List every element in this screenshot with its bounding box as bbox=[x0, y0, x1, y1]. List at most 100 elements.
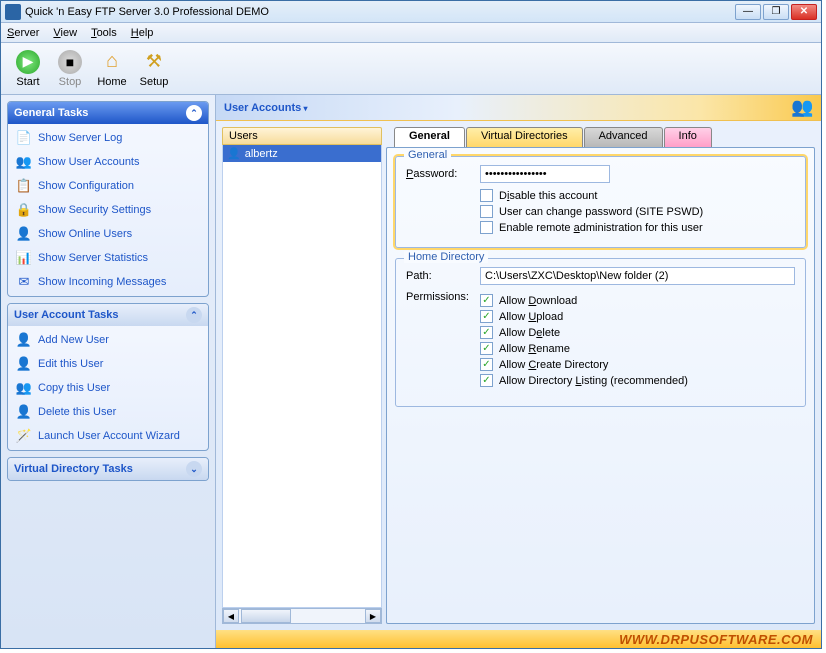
allow-create-dir-label: Allow Create Directory bbox=[499, 359, 608, 371]
task-show-security[interactable]: 🔒Show Security Settings bbox=[8, 198, 208, 222]
virtual-directory-tasks-panel: Virtual Directory Tasks⌄ bbox=[7, 457, 209, 481]
config-icon: 📋 bbox=[16, 178, 32, 194]
user-row-selected[interactable]: 👤albertz bbox=[223, 145, 381, 162]
play-icon: ▶ bbox=[16, 50, 40, 74]
task-show-online-users[interactable]: 👤Show Online Users bbox=[8, 222, 208, 246]
allow-upload-label: Allow Upload bbox=[499, 311, 563, 323]
footer-link[interactable]: WWW.DRPUSOFTWARE.COM bbox=[619, 632, 813, 647]
message-icon: ✉ bbox=[16, 274, 32, 290]
users-list[interactable]: 👤albertz bbox=[222, 145, 382, 608]
menu-tools[interactable]: Tools bbox=[91, 27, 117, 39]
user-change-password-checkbox[interactable] bbox=[480, 205, 493, 218]
menu-help[interactable]: Help bbox=[131, 27, 154, 39]
setup-button[interactable]: ⚒Setup bbox=[133, 45, 175, 93]
app-icon bbox=[5, 4, 21, 20]
user-account-tasks-panel: User Account Tasks⌃ 👤Add New User 👤Edit … bbox=[7, 303, 209, 451]
allow-upload-checkbox[interactable]: ✓ bbox=[480, 310, 493, 323]
delete-user-icon: 👤 bbox=[16, 404, 32, 420]
gear-icon: ⚒ bbox=[142, 50, 166, 74]
home-directory-fieldset: Home Directory Path: Permissions: ✓Allow… bbox=[395, 258, 806, 407]
tab-info[interactable]: Info bbox=[664, 127, 712, 147]
window-title: Quick 'n Easy FTP Server 3.0 Professiona… bbox=[25, 6, 735, 18]
path-label: Path: bbox=[406, 270, 470, 282]
maximize-button[interactable]: ❐ bbox=[763, 4, 789, 20]
allow-dir-listing-label: Allow Directory Listing (recommended) bbox=[499, 375, 688, 387]
user-icon: 👤 bbox=[227, 147, 241, 160]
virtual-directory-tasks-header[interactable]: Virtual Directory Tasks⌄ bbox=[8, 458, 208, 480]
users-list-header: Users bbox=[222, 127, 382, 145]
general-legend: General bbox=[404, 149, 451, 161]
password-label: Password: bbox=[406, 168, 470, 180]
task-show-server-log[interactable]: 📄Show Server Log bbox=[8, 126, 208, 150]
chart-icon: 📊 bbox=[16, 250, 32, 266]
content: General Tasks⌃ 📄Show Server Log 👥Show Us… bbox=[1, 95, 821, 648]
tab-general[interactable]: General bbox=[394, 127, 465, 147]
stop-icon: ■ bbox=[58, 50, 82, 74]
tabs: General Virtual Directories Advanced Inf… bbox=[386, 127, 815, 147]
online-icon: 👤 bbox=[16, 226, 32, 242]
horizontal-scrollbar[interactable]: ◀ ▶ bbox=[222, 608, 382, 624]
start-button[interactable]: ▶Start bbox=[7, 45, 49, 93]
scroll-left-button[interactable]: ◀ bbox=[223, 609, 239, 623]
task-show-statistics[interactable]: 📊Show Server Statistics bbox=[8, 246, 208, 270]
add-user-icon: 👤 bbox=[16, 332, 32, 348]
task-user-wizard[interactable]: 🪄Launch User Account Wizard bbox=[8, 424, 208, 448]
tab-content-general: General Password: Disable this account U… bbox=[386, 147, 815, 624]
tab-advanced[interactable]: Advanced bbox=[584, 127, 663, 147]
allow-rename-checkbox[interactable]: ✓ bbox=[480, 342, 493, 355]
allow-delete-label: Allow Delete bbox=[499, 327, 560, 339]
allow-download-label: Allow Download bbox=[499, 295, 577, 307]
main-header: User Accounts 👥 bbox=[216, 95, 821, 121]
remote-admin-checkbox[interactable] bbox=[480, 221, 493, 234]
user-change-password-label: User can change password (SITE PSWD) bbox=[499, 206, 703, 218]
chevron-down-icon: ⌄ bbox=[186, 461, 202, 477]
menu-server[interactable]: Server bbox=[7, 27, 39, 39]
task-delete-user[interactable]: 👤Delete this User bbox=[8, 400, 208, 424]
footer: WWW.DRPUSOFTWARE.COM bbox=[216, 630, 821, 648]
application-window: Quick 'n Easy FTP Server 3.0 Professiona… bbox=[0, 0, 822, 649]
sidebar: General Tasks⌃ 📄Show Server Log 👥Show Us… bbox=[1, 95, 215, 648]
task-add-user[interactable]: 👤Add New User bbox=[8, 328, 208, 352]
lock-icon: 🔒 bbox=[16, 202, 32, 218]
allow-create-dir-checkbox[interactable]: ✓ bbox=[480, 358, 493, 371]
task-copy-user[interactable]: 👥Copy this User bbox=[8, 376, 208, 400]
menu-view[interactable]: View bbox=[53, 27, 77, 39]
general-tasks-header[interactable]: General Tasks⌃ bbox=[8, 102, 208, 124]
users-icon: 👥 bbox=[791, 97, 813, 119]
task-show-messages[interactable]: ✉Show Incoming Messages bbox=[8, 270, 208, 294]
general-tasks-panel: General Tasks⌃ 📄Show Server Log 👥Show Us… bbox=[7, 101, 209, 297]
general-fieldset: General Password: Disable this account U… bbox=[395, 156, 806, 248]
task-edit-user[interactable]: 👤Edit this User bbox=[8, 352, 208, 376]
remote-admin-label: Enable remote administration for this us… bbox=[499, 222, 703, 234]
users-column: Users 👤albertz ◀ ▶ bbox=[222, 127, 382, 624]
task-show-user-accounts[interactable]: 👥Show User Accounts bbox=[8, 150, 208, 174]
wizard-icon: 🪄 bbox=[16, 428, 32, 444]
allow-dir-listing-checkbox[interactable]: ✓ bbox=[480, 374, 493, 387]
task-show-configuration[interactable]: 📋Show Configuration bbox=[8, 174, 208, 198]
tab-virtual-directories[interactable]: Virtual Directories bbox=[466, 127, 583, 147]
home-button[interactable]: ⌂Home bbox=[91, 45, 133, 93]
user-account-tasks-header[interactable]: User Account Tasks⌃ bbox=[8, 304, 208, 326]
toolbar: ▶Start ■Stop ⌂Home ⚒Setup bbox=[1, 43, 821, 95]
edit-user-icon: 👤 bbox=[16, 356, 32, 372]
allow-rename-label: Allow Rename bbox=[499, 343, 570, 355]
titlebar: Quick 'n Easy FTP Server 3.0 Professiona… bbox=[1, 1, 821, 23]
allow-delete-checkbox[interactable]: ✓ bbox=[480, 326, 493, 339]
home-directory-legend: Home Directory bbox=[404, 251, 488, 263]
permissions-label: Permissions: bbox=[406, 291, 470, 303]
stop-button: ■Stop bbox=[49, 45, 91, 93]
password-input[interactable] bbox=[480, 165, 610, 183]
main-title-dropdown[interactable]: User Accounts bbox=[224, 102, 307, 114]
disable-account-checkbox[interactable] bbox=[480, 189, 493, 202]
details-column: General Virtual Directories Advanced Inf… bbox=[386, 127, 815, 624]
path-input[interactable] bbox=[480, 267, 795, 285]
menubar: Server View Tools Help bbox=[1, 23, 821, 43]
minimize-button[interactable]: — bbox=[735, 4, 761, 20]
scroll-thumb[interactable] bbox=[241, 609, 291, 623]
chevron-up-icon: ⌃ bbox=[186, 105, 202, 121]
scroll-right-button[interactable]: ▶ bbox=[365, 609, 381, 623]
main-area: User Accounts 👥 Users 👤albertz ◀ ▶ bbox=[215, 95, 821, 648]
allow-download-checkbox[interactable]: ✓ bbox=[480, 294, 493, 307]
close-button[interactable]: ✕ bbox=[791, 4, 817, 20]
home-icon: ⌂ bbox=[100, 50, 124, 74]
